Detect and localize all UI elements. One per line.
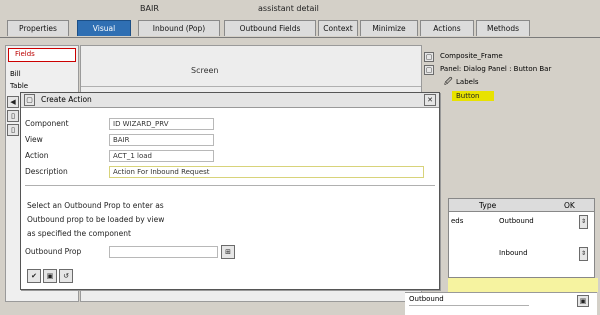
left-item-table[interactable]: Table xyxy=(10,82,28,90)
dialog-title: Create Action xyxy=(41,95,92,104)
arrow-left-icon[interactable]: ◀ xyxy=(7,96,19,108)
help-line-2: Outbound prop to be loaded by view xyxy=(27,215,165,224)
label-outbound-prop: Outbound Prop xyxy=(25,247,82,256)
tab-actions[interactable]: Actions xyxy=(420,20,474,36)
grid-row-prefix: eds xyxy=(451,217,464,225)
field-component[interactable]: ID WIZARD_PRV xyxy=(109,118,214,130)
tree-item-button[interactable]: Button xyxy=(456,92,479,100)
right-grid: Type OK eds Outbound Inbound ⇕ ⇕ xyxy=(448,198,595,278)
stepper-1[interactable]: ⇕ xyxy=(579,215,588,229)
label-description: Description xyxy=(25,167,68,176)
tab-bar: Properties Visual Inbound (Pop) Outbound… xyxy=(0,18,600,38)
tree-expand-icon[interactable]: ▢ xyxy=(424,52,434,62)
dialog-window-icon: ▢ xyxy=(24,94,35,106)
center-divider xyxy=(81,86,421,87)
label-action: Action xyxy=(25,151,49,160)
create-action-dialog: ▢ Create Action ✕ Component ID WIZARD_PR… xyxy=(20,92,440,290)
help-line-3: as specified the component xyxy=(27,229,131,238)
doc-icon[interactable]: ▯ xyxy=(7,110,19,122)
tab-methods[interactable]: Methods xyxy=(476,20,530,36)
tab-outbound-fields[interactable]: Outbound Fields xyxy=(224,20,316,36)
field-view[interactable]: BAIR xyxy=(109,134,214,146)
grid-row-value-1[interactable]: Outbound xyxy=(499,217,534,225)
labels-icon: 🖉 xyxy=(444,77,453,86)
bottom-label: Outbound xyxy=(409,295,444,303)
lookup-icon[interactable]: ⊞ xyxy=(221,245,235,259)
tree-item-button-highlight: Button xyxy=(452,91,494,101)
bottom-icon[interactable]: ▣ xyxy=(577,295,589,307)
window-top-bar: BAIR assistant detail xyxy=(0,0,600,18)
tree-expand-icon-2[interactable]: ▢ xyxy=(424,65,434,75)
header-left-text: BAIR xyxy=(140,4,159,13)
field-outbound-prop[interactable] xyxy=(109,246,218,258)
grid-header: Type OK xyxy=(449,199,594,212)
tree-item-composite[interactable]: Composite_Frame xyxy=(440,52,503,60)
save-icon[interactable]: ▣ xyxy=(43,269,57,283)
tree-item-panel[interactable]: Panel: Dialog Panel : Button Bar xyxy=(440,65,551,73)
component-tree: ▢ Composite_Frame ▢ Panel: Dialog Panel … xyxy=(422,48,600,108)
tab-context[interactable]: Context xyxy=(318,20,358,36)
grid-row-value-3[interactable]: Inbound xyxy=(499,249,528,257)
bottom-panel: Outbound ▣ xyxy=(405,292,597,315)
left-panel-header: Fields xyxy=(8,48,76,62)
tab-visual[interactable]: Visual xyxy=(77,20,131,36)
center-header-label: Screen xyxy=(191,66,219,75)
close-icon[interactable]: ✕ xyxy=(424,94,436,106)
label-component: Component xyxy=(25,119,69,128)
left-item-bill[interactable]: Bill xyxy=(10,70,21,78)
field-description[interactable]: Action For Inbound Request xyxy=(109,166,424,178)
tab-minimize[interactable]: Minimize xyxy=(360,20,418,36)
left-item-fields[interactable]: Fields xyxy=(15,50,35,58)
bottom-divider xyxy=(409,305,529,306)
help-line-1: Select an Outbound Prop to enter as xyxy=(27,201,164,210)
doc-icon-2[interactable]: ▯ xyxy=(7,124,19,136)
field-action[interactable]: ACT_1 load xyxy=(109,150,214,162)
tab-inbound[interactable]: Inbound (Pop) xyxy=(138,20,220,36)
tab-properties[interactable]: Properties xyxy=(7,20,69,36)
dialog-divider xyxy=(25,185,435,186)
label-view: View xyxy=(25,135,43,144)
status-strip xyxy=(448,278,598,292)
dialog-title-bar: ▢ Create Action ✕ xyxy=(21,93,439,108)
tree-item-labels[interactable]: Labels xyxy=(456,78,479,86)
ok-check-icon[interactable]: ✔ xyxy=(27,269,41,283)
header-right-text: assistant detail xyxy=(258,4,319,13)
grid-header-ok: OK xyxy=(564,201,575,210)
cancel-icon[interactable]: ↺ xyxy=(59,269,73,283)
stepper-2[interactable]: ⇕ xyxy=(579,247,588,261)
grid-header-type: Type xyxy=(479,201,497,210)
